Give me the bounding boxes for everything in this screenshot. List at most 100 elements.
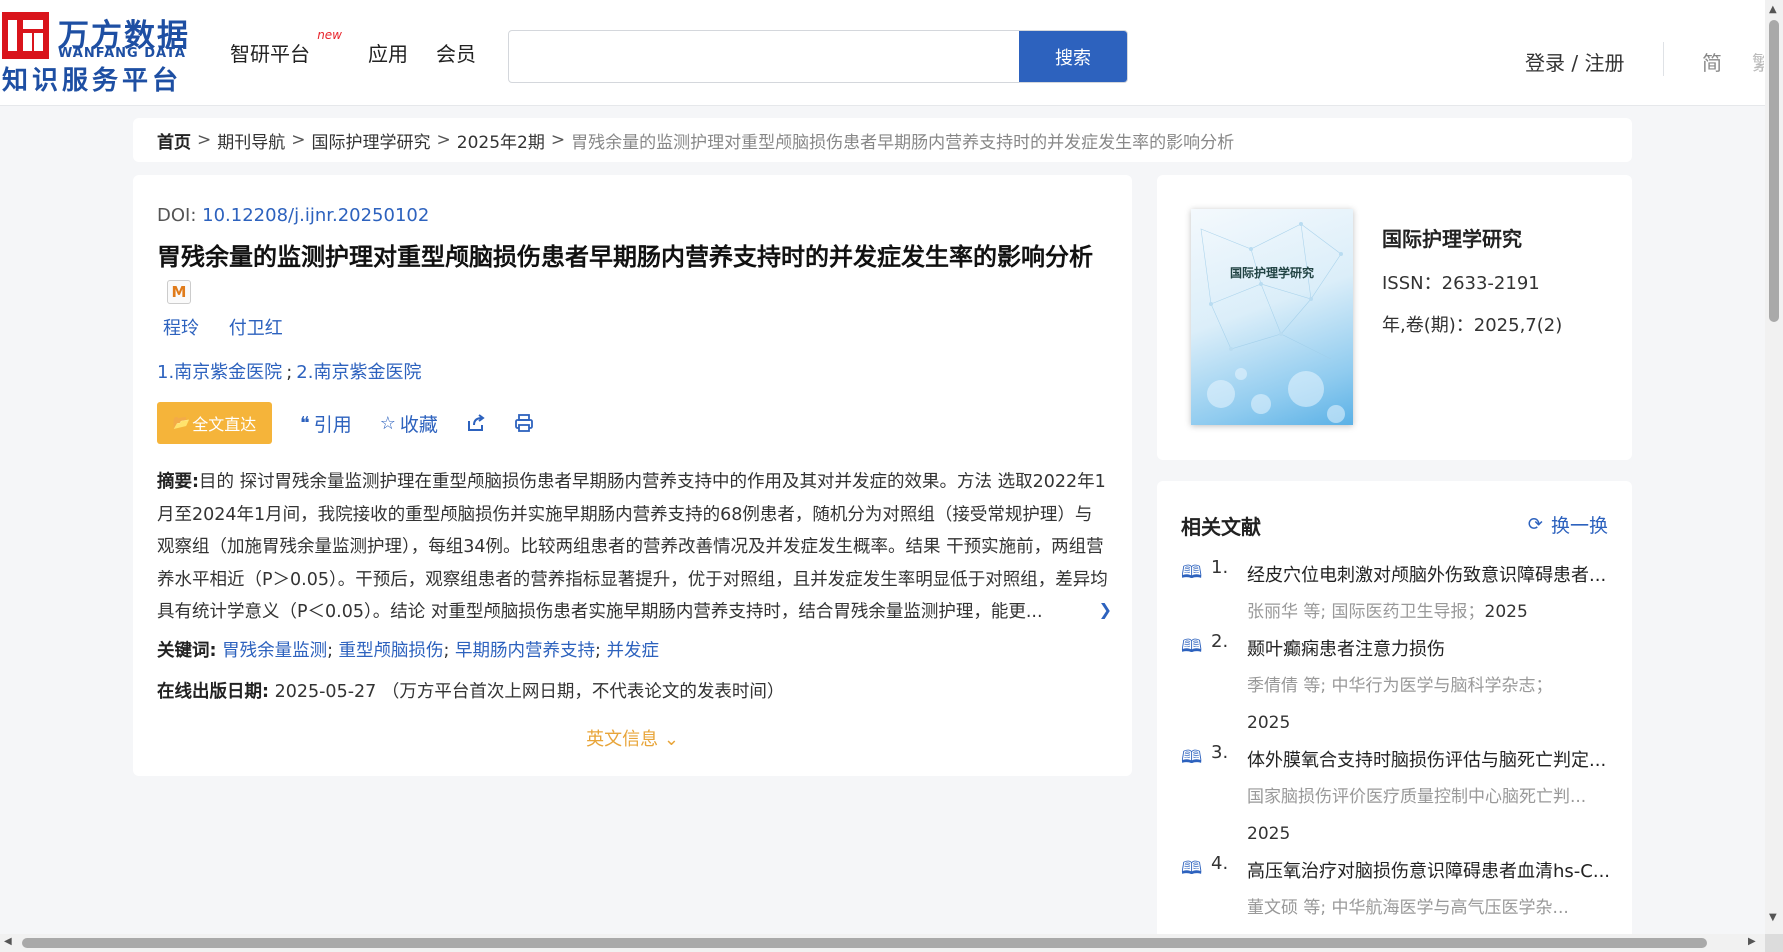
keywords: 关键词: 胃残余量监测; 重型颅脑损伤; 早期肠内营养支持; 并发症 <box>157 640 659 661</box>
book-icon: 🕮 <box>1181 636 1203 657</box>
cover-title: 国际护理学研究 <box>1229 266 1314 280</box>
english-info-label: 英文信息 <box>586 728 659 750</box>
related-item: 🕮 1. 经皮穴位电刺激对颅脑外伤致意识障碍患者... 张丽华 等; 国际医药卫… <box>1181 557 1611 631</box>
refresh-icon: ⟳ <box>1527 514 1543 535</box>
cover-network-pattern <box>1200 222 1345 423</box>
related-item-number: 3. <box>1211 742 1229 763</box>
expand-abstract-icon[interactable]: ❯ <box>1099 594 1112 627</box>
search-box: 搜索 <box>508 30 1128 83</box>
author-list: 程玲 付卫红 <box>163 314 1108 340</box>
lang-traditional-button[interactable]: 繁 <box>1752 47 1764 76</box>
favorite-label: 收藏 <box>399 413 438 436</box>
scroll-up-icon[interactable]: ▲ <box>1769 4 1777 15</box>
journal-issn: ISSN：2633-2191 <box>1382 273 1540 294</box>
book-icon: 🕮 <box>1181 858 1203 879</box>
author-link[interactable]: 付卫红 <box>229 318 283 339</box>
related-literature: 相关文献 ⟳ 换一换 🕮 1. 经皮穴位电刺激对颅脑外伤致意识障碍患者... 张… <box>1157 481 1632 951</box>
breadcrumb-separator: > <box>291 130 306 150</box>
refresh-button[interactable]: ⟳ 换一换 <box>1528 511 1608 538</box>
nav-item-zhiyan[interactable]: 智研平台 new <box>230 28 342 67</box>
related-item-title[interactable]: 高压氧治疗对脑损伤意识障碍患者血清hs-C... <box>1247 853 1611 890</box>
header: 万方数据 WANFANG DATA 知识服务平台 智研平台 new 应用 会员 … <box>0 0 1765 106</box>
fulltext-button[interactable]: 📂 全文直达 <box>157 402 272 444</box>
quote-icon: ❝ <box>300 412 310 434</box>
double-chevron-down-icon: ⌄ <box>663 728 679 750</box>
book-icon: 🕮 <box>1181 562 1203 583</box>
breadcrumb: 首页 > 期刊导航 > 国际护理学研究 > 2025年2期 > 胃残余量的监测护… <box>133 118 1632 162</box>
scroll-right-icon[interactable]: ▶ <box>1748 936 1756 947</box>
cite-label: 引用 <box>313 413 352 436</box>
search-button[interactable]: 搜索 <box>1019 31 1127 82</box>
vertical-scroll-thumb[interactable] <box>1769 20 1779 322</box>
fulltext-label: 全文直达 <box>192 415 257 434</box>
breadcrumb-journal-nav[interactable]: 期刊导航 <box>217 128 285 153</box>
related-item-number: 1. <box>1211 557 1229 578</box>
favorite-button[interactable]: ☆ 收藏 <box>380 410 438 437</box>
abstract-label: 摘要: <box>157 472 199 492</box>
book-icon: 🕮 <box>1181 747 1203 768</box>
related-item-number: 2. <box>1211 631 1229 652</box>
journal-card: 国际护理学研究 国际护理学研究 ISSN：2633-2191 年,卷(期)：20… <box>1157 175 1632 460</box>
related-item-title[interactable]: 体外膜氧合支持时脑损伤评估与脑死亡判定... <box>1247 742 1611 779</box>
doi-link[interactable]: 10.12208/j.ijnr.20250102 <box>202 205 429 226</box>
scroll-left-icon[interactable]: ◀ <box>4 936 12 947</box>
horizontal-scrollbar[interactable]: ◀ ▶ <box>0 934 1765 952</box>
related-item-year: 2025 <box>1484 602 1528 622</box>
breadcrumb-journal[interactable]: 国际护理学研究 <box>312 128 431 153</box>
nav-item-apps[interactable]: 应用 <box>368 38 408 67</box>
horizontal-scroll-thumb[interactable] <box>22 938 1707 948</box>
keyword-link[interactable]: 早期肠内营养支持 <box>455 641 595 661</box>
article-title: 胃残余量的监测护理对重型颅脑损伤患者早期肠内营养支持时的并发症发生率的影响分析 <box>157 243 1093 271</box>
lang-simplified-button[interactable]: 简 <box>1702 47 1722 76</box>
main-nav: 智研平台 new 应用 会员 <box>230 28 504 67</box>
login-register-link[interactable]: 登录 / 注册 <box>1525 47 1624 76</box>
related-heading: 相关文献 <box>1181 515 1261 539</box>
related-item-title[interactable]: 经皮穴位电刺激对颅脑外伤致意识障碍患者... <box>1247 557 1611 594</box>
breadcrumb-home[interactable]: 首页 <box>157 128 191 153</box>
nav-item-label: 智研平台 <box>230 42 310 66</box>
affiliation-link[interactable]: 1.南京紫金医院 <box>157 362 282 383</box>
search-input[interactable] <box>509 31 1019 82</box>
journal-cover[interactable]: 国际护理学研究 <box>1191 209 1353 425</box>
breadcrumb-separator: > <box>436 130 451 150</box>
wanfang-logo[interactable]: 万方数据 WANFANG DATA 知识服务平台 <box>0 8 190 96</box>
scroll-down-icon[interactable]: ▼ <box>1769 912 1777 923</box>
doi-line: DOI: 10.12208/j.ijnr.20250102 <box>157 205 1108 226</box>
keywords-label: 关键词: <box>157 640 217 661</box>
related-item-year: 2025 <box>1247 713 1291 733</box>
journal-name[interactable]: 国际护理学研究 <box>1382 223 1522 252</box>
printer-icon <box>514 414 533 432</box>
related-item-year: 2025 <box>1247 824 1291 844</box>
fulltext-icon: 📂 <box>172 415 191 431</box>
keyword-link[interactable]: 重型颅脑损伤 <box>339 641 444 661</box>
pubdate-value: 2025-05-27 <box>274 681 377 702</box>
scrollbar-corner <box>1765 934 1783 952</box>
logo-mark-icon <box>2 12 49 59</box>
new-badge: new <box>317 28 342 42</box>
related-item-meta: 董文硕 等; 中华航海医学与高气压医学杂... <box>1247 898 1569 918</box>
print-button[interactable] <box>514 413 534 433</box>
header-divider <box>1663 42 1664 76</box>
keyword-link[interactable]: 胃残余量监测 <box>222 641 327 661</box>
share-button[interactable] <box>466 413 486 433</box>
author-link[interactable]: 程玲 <box>163 318 199 339</box>
refresh-label: 换一换 <box>1550 515 1608 537</box>
breadcrumb-issue[interactable]: 2025年2期 <box>457 128 545 153</box>
keyword-link[interactable]: 并发症 <box>606 641 659 661</box>
nav-item-membership[interactable]: 会员 <box>436 38 476 67</box>
cite-button[interactable]: ❝ 引用 <box>300 410 352 437</box>
english-info-toggle[interactable]: 英文信息 ⌄ <box>157 725 1108 751</box>
related-item: 🕮 2. 颞叶癫痫患者注意力损伤 季倩倩 等; 中华行为医学与脑科学杂志； 20… <box>1181 631 1611 742</box>
related-item-meta: 季倩倩 等; 中华行为医学与脑科学杂志； <box>1247 676 1553 696</box>
breadcrumb-current: 胃残余量的监测护理对重型颅脑损伤患者早期肠内营养支持时的并发症发生率的影响分析 <box>571 132 1235 153</box>
affiliation-link[interactable]: 2.南京紫金医院 <box>296 362 421 383</box>
m-badge-icon[interactable]: M <box>167 280 191 304</box>
related-item-number: 4. <box>1211 853 1229 874</box>
vertical-scrollbar[interactable]: ▲ ▼ <box>1765 0 1783 952</box>
related-item: 🕮 4. 高压氧治疗对脑损伤意识障碍患者血清hs-C... 董文硕 等; 中华航… <box>1181 853 1611 927</box>
breadcrumb-separator: > <box>550 130 566 150</box>
related-item-title[interactable]: 颞叶癫痫患者注意力损伤 <box>1247 631 1611 668</box>
related-list: 🕮 1. 经皮穴位电刺激对颅脑外伤致意识障碍患者... 张丽华 等; 国际医药卫… <box>1181 557 1611 927</box>
doi-label: DOI: <box>157 205 197 226</box>
publish-date: 在线出版日期: 2025-05-27 （万方平台首次上网日期，不代表论文的发表时… <box>157 678 1108 703</box>
